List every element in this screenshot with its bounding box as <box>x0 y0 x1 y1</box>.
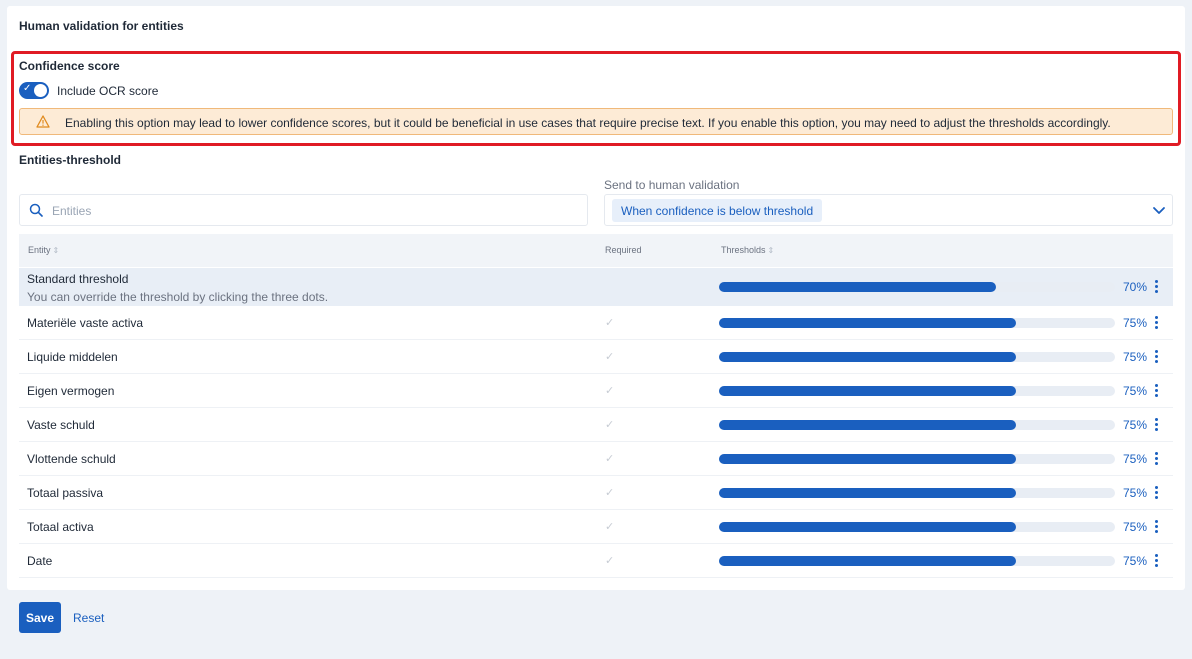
threshold-bar[interactable] <box>719 522 1115 532</box>
more-vertical-icon[interactable] <box>1152 383 1162 399</box>
table-row: Eigen vermogen ✓ 75% <box>19 374 1173 408</box>
entity-name: Totaal passiva <box>27 486 104 500</box>
selected-option-chip: When confidence is below threshold <box>612 199 823 222</box>
standard-threshold-row: Standard threshold You can override the … <box>19 268 1173 306</box>
check-icon: ✓ <box>23 83 32 94</box>
threshold-bar[interactable] <box>719 386 1115 396</box>
check-icon: ✓ <box>605 419 615 431</box>
check-icon: ✓ <box>605 521 615 533</box>
more-vertical-icon[interactable] <box>1152 485 1162 501</box>
entity-name: Eigen vermogen <box>27 384 115 398</box>
more-vertical-icon[interactable] <box>1152 417 1162 433</box>
threshold-bar[interactable] <box>719 282 1115 292</box>
check-icon: ✓ <box>605 453 615 465</box>
entities-search[interactable] <box>19 194 588 226</box>
threshold-bar[interactable] <box>719 454 1115 464</box>
sort-icon: ⇕ <box>52 246 60 255</box>
threshold-bar[interactable] <box>719 488 1115 498</box>
table-header: Entity ⇕ Required Thresholds ⇕ <box>19 234 1173 267</box>
threshold-bar-fill <box>719 386 1016 396</box>
send-to-validation-select[interactable]: When confidence is below threshold <box>604 194 1173 226</box>
send-to-validation-label: Send to human validation <box>604 178 740 192</box>
more-vertical-icon[interactable] <box>1152 519 1162 535</box>
chevron-down-icon <box>1152 204 1166 222</box>
check-icon: ✓ <box>605 487 615 499</box>
threshold-bar[interactable] <box>719 318 1115 328</box>
more-vertical-icon[interactable] <box>1152 279 1162 295</box>
warning-text: Enabling this option may lead to lower c… <box>65 116 1111 130</box>
warning-alert: Enabling this option may lead to lower c… <box>19 108 1173 135</box>
settings-card: Human validation for entities Confidence… <box>7 6 1185 590</box>
threshold-value: 75% <box>1123 350 1148 364</box>
check-icon: ✓ <box>605 317 615 329</box>
required-column-header: Required <box>605 245 642 255</box>
table-row: Liquide middelen ✓ 75% <box>19 340 1173 374</box>
standard-threshold-name: Standard threshold <box>27 272 129 286</box>
warning-icon <box>36 115 50 133</box>
check-icon: ✓ <box>605 351 615 363</box>
table-row: Totaal passiva ✓ 75% <box>19 476 1173 510</box>
table-row: Vlottende schuld ✓ 75% <box>19 442 1173 476</box>
check-icon: ✓ <box>605 385 615 397</box>
threshold-bar-fill <box>719 318 1016 328</box>
confidence-title: Confidence score <box>19 59 120 73</box>
thresholds-column-header[interactable]: Thresholds ⇕ <box>721 245 774 255</box>
threshold-bar[interactable] <box>719 420 1115 430</box>
threshold-value: 75% <box>1123 418 1148 432</box>
table-row: Date ✓ 75% <box>19 544 1173 578</box>
threshold-value: 75% <box>1123 316 1148 330</box>
sort-icon: ⇕ <box>767 246 775 255</box>
threshold-value: 75% <box>1123 384 1148 398</box>
ocr-score-toggle[interactable]: ✓ <box>19 82 49 99</box>
ocr-score-label: Include OCR score <box>57 84 159 98</box>
table-row: Totaal activa ✓ 75% <box>19 510 1173 544</box>
more-vertical-icon[interactable] <box>1152 553 1162 569</box>
toggle-knob <box>34 84 47 97</box>
threshold-bar[interactable] <box>719 352 1115 362</box>
threshold-bar-fill <box>719 420 1016 430</box>
standard-threshold-description: You can override the threshold by clicki… <box>27 290 329 304</box>
more-vertical-icon[interactable] <box>1152 349 1162 365</box>
threshold-value: 70% <box>1123 280 1148 294</box>
entity-name: Vaste schuld <box>27 418 95 432</box>
threshold-bar-fill <box>719 454 1016 464</box>
entities-threshold-title: Entities-threshold <box>19 153 122 167</box>
entity-name: Liquide middelen <box>27 350 118 364</box>
entity-name: Materiële vaste activa <box>27 316 144 330</box>
threshold-bar-fill <box>719 556 1016 566</box>
save-button[interactable]: Save <box>19 602 61 633</box>
table-row: Vaste schuld ✓ 75% <box>19 408 1173 442</box>
threshold-bar[interactable] <box>719 556 1115 566</box>
threshold-bar-fill <box>719 352 1016 362</box>
page-title: Human validation for entities <box>19 19 184 33</box>
table-row: Materiële vaste activa ✓ 75% <box>19 306 1173 340</box>
threshold-value: 75% <box>1123 486 1148 500</box>
check-icon: ✓ <box>605 555 615 567</box>
search-icon <box>29 203 43 222</box>
more-vertical-icon[interactable] <box>1152 315 1162 331</box>
threshold-bar-fill <box>719 488 1016 498</box>
search-input[interactable] <box>52 201 572 221</box>
entity-name: Totaal activa <box>27 520 94 534</box>
entity-name: Date <box>27 554 53 568</box>
reset-button[interactable]: Reset <box>73 611 104 625</box>
threshold-value: 75% <box>1123 554 1148 568</box>
threshold-value: 75% <box>1123 452 1148 466</box>
entity-column-header[interactable]: Entity ⇕ <box>28 245 59 255</box>
threshold-bar-fill <box>719 522 1016 532</box>
threshold-bar-fill <box>719 282 997 292</box>
more-vertical-icon[interactable] <box>1152 451 1162 467</box>
entity-name: Vlottende schuld <box>27 452 116 466</box>
threshold-value: 75% <box>1123 520 1148 534</box>
